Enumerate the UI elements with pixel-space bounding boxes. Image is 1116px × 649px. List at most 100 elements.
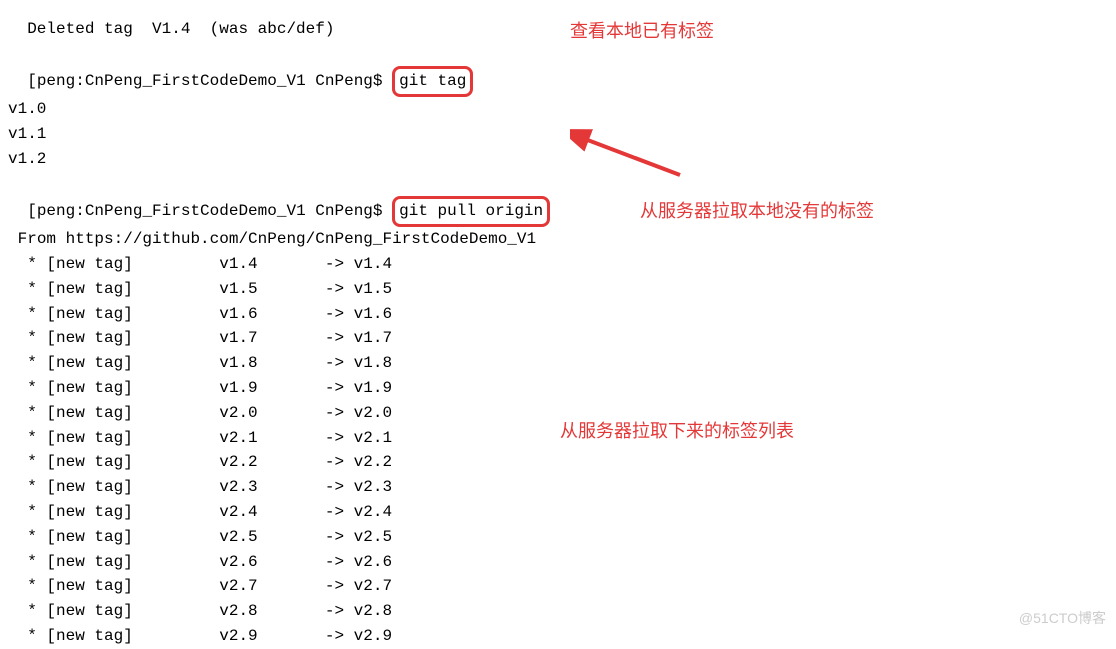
terminal-line: * [new tag] v2.2 -> v2.2 bbox=[8, 450, 1108, 475]
tag-remote: v2.1 bbox=[344, 429, 392, 447]
tag-local: v2.1 bbox=[219, 429, 257, 447]
tag-local: v1.5 bbox=[219, 280, 257, 298]
arrow-symbol: -> bbox=[325, 478, 344, 496]
new-tag-label: [new tag] bbox=[46, 478, 132, 496]
terminal-line: v1.1 bbox=[8, 122, 1108, 147]
arrow-symbol: -> bbox=[325, 429, 344, 447]
new-tag-label: [new tag] bbox=[46, 329, 132, 347]
tag-local: v1.9 bbox=[219, 379, 257, 397]
new-tag-label: [new tag] bbox=[46, 255, 132, 273]
tag-remote: v2.4 bbox=[344, 503, 392, 521]
tag-remote: v2.7 bbox=[344, 577, 392, 595]
new-tag-label: [new tag] bbox=[46, 354, 132, 372]
terminal-line: * [new tag] v2.7 -> v2.7 bbox=[8, 574, 1108, 599]
arrow-symbol: -> bbox=[325, 329, 344, 347]
star-bullet: * bbox=[8, 478, 46, 496]
tag-remote: v2.8 bbox=[344, 602, 392, 620]
watermark: @51CTO博客 bbox=[1019, 608, 1106, 630]
tag-local: v2.5 bbox=[219, 528, 257, 546]
tag-remote: v1.7 bbox=[344, 329, 392, 347]
command-text: git tag bbox=[399, 72, 466, 90]
tag-local: v2.8 bbox=[219, 602, 257, 620]
tag-remote: v2.0 bbox=[344, 404, 392, 422]
prompt-path: CnPeng_FirstCodeDemo_V1 bbox=[85, 72, 306, 90]
star-bullet: * bbox=[8, 404, 46, 422]
tag-remote: v2.2 bbox=[344, 453, 392, 471]
terminal-line: * [new tag] v2.8 -> v2.8 bbox=[8, 599, 1108, 624]
tag-remote: v2.5 bbox=[344, 528, 392, 546]
tag-local: v2.3 bbox=[219, 478, 257, 496]
star-bullet: * bbox=[8, 528, 46, 546]
arrow-symbol: -> bbox=[325, 453, 344, 471]
tag-local: v2.6 bbox=[219, 553, 257, 571]
prompt-dollar: $ bbox=[373, 72, 383, 90]
new-tag-label: [new tag] bbox=[46, 453, 132, 471]
tag-local: v2.4 bbox=[219, 503, 257, 521]
terminal-line: * [new tag] v2.5 -> v2.5 bbox=[8, 525, 1108, 550]
terminal-line: From https://github.com/CnPeng/CnPeng_Fi… bbox=[8, 227, 1108, 252]
star-bullet: * bbox=[8, 553, 46, 571]
prompt-user: peng bbox=[37, 202, 75, 220]
tag-remote: v1.9 bbox=[344, 379, 392, 397]
star-bullet: * bbox=[8, 577, 46, 595]
tag-remote: v1.5 bbox=[344, 280, 392, 298]
star-bullet: * bbox=[8, 329, 46, 347]
new-tag-label: [new tag] bbox=[46, 602, 132, 620]
terminal-line: v1.0 bbox=[8, 97, 1108, 122]
terminal-line: [peng:CnPeng_FirstCodeDemo_V1 CnPeng$ gi… bbox=[8, 172, 1108, 228]
terminal-line: * [new tag] v2.6 -> v2.6 bbox=[8, 550, 1108, 575]
new-tag-label: [new tag] bbox=[46, 528, 132, 546]
tag-local: v1.7 bbox=[219, 329, 257, 347]
arrow-symbol: -> bbox=[325, 280, 344, 298]
terminal-line: Deleted tag V1.4 (was abc/def) bbox=[8, 0, 1108, 42]
annotation-3: 从服务器拉取下来的标签列表 bbox=[560, 418, 794, 446]
arrow-symbol: -> bbox=[325, 577, 344, 595]
new-tag-label: [new tag] bbox=[46, 577, 132, 595]
arrow-symbol: -> bbox=[325, 553, 344, 571]
tag-remote: v2.6 bbox=[344, 553, 392, 571]
new-tag-label: [new tag] bbox=[46, 305, 132, 323]
arrow-symbol: -> bbox=[325, 602, 344, 620]
prompt-name: CnPeng bbox=[315, 72, 373, 90]
arrow-symbol: -> bbox=[325, 503, 344, 521]
tag-remote: v1.6 bbox=[344, 305, 392, 323]
output-text: Deleted tag V1.4 (was abc/def) bbox=[27, 20, 334, 38]
arrow-symbol: -> bbox=[325, 528, 344, 546]
tag-remote: v1.4 bbox=[344, 255, 392, 273]
tag-local: v2.2 bbox=[219, 453, 257, 471]
terminal-line: v1.2 bbox=[8, 147, 1108, 172]
star-bullet: * bbox=[8, 354, 46, 372]
command-text: git pull origin bbox=[399, 202, 543, 220]
star-bullet: * bbox=[8, 602, 46, 620]
star-bullet: * bbox=[8, 305, 46, 323]
from-url: From https://github.com/CnPeng/CnPeng_Fi… bbox=[18, 230, 536, 248]
tag-remote: v2.3 bbox=[344, 478, 392, 496]
terminal-line: * [new tag] v2.9 -> v2.9 bbox=[8, 624, 1108, 649]
tag-text: v1.1 bbox=[8, 125, 46, 143]
highlighted-command-2: git pull origin bbox=[392, 196, 550, 227]
prompt-path: CnPeng_FirstCodeDemo_V1 bbox=[85, 202, 306, 220]
terminal-line: * [new tag] v1.8 -> v1.8 bbox=[8, 351, 1108, 376]
tag-local: v1.4 bbox=[219, 255, 257, 273]
prompt-name: CnPeng bbox=[315, 202, 373, 220]
terminal-line: * [new tag] v1.9 -> v1.9 bbox=[8, 376, 1108, 401]
tag-local: v2.7 bbox=[219, 577, 257, 595]
tag-text: v1.2 bbox=[8, 150, 46, 168]
prompt-open-bracket: [ bbox=[27, 202, 37, 220]
terminal-line: [peng:CnPeng_FirstCodeDemo_V1 CnPeng$ gi… bbox=[8, 42, 1108, 98]
new-tag-label: [new tag] bbox=[46, 429, 132, 447]
arrow-symbol: -> bbox=[325, 379, 344, 397]
arrow-symbol: -> bbox=[325, 404, 344, 422]
new-tag-label: [new tag] bbox=[46, 280, 132, 298]
new-tag-label: [new tag] bbox=[46, 503, 132, 521]
tag-local: v2.0 bbox=[219, 404, 257, 422]
annotation-1: 查看本地已有标签 bbox=[570, 18, 714, 46]
star-bullet: * bbox=[8, 453, 46, 471]
arrow-symbol: -> bbox=[325, 354, 344, 372]
tag-text: v1.0 bbox=[8, 100, 46, 118]
tag-local: v1.6 bbox=[219, 305, 257, 323]
annotation-2: 从服务器拉取本地没有的标签 bbox=[640, 198, 874, 226]
prompt-dollar: $ bbox=[373, 202, 383, 220]
star-bullet: * bbox=[8, 429, 46, 447]
arrow-symbol: -> bbox=[325, 305, 344, 323]
